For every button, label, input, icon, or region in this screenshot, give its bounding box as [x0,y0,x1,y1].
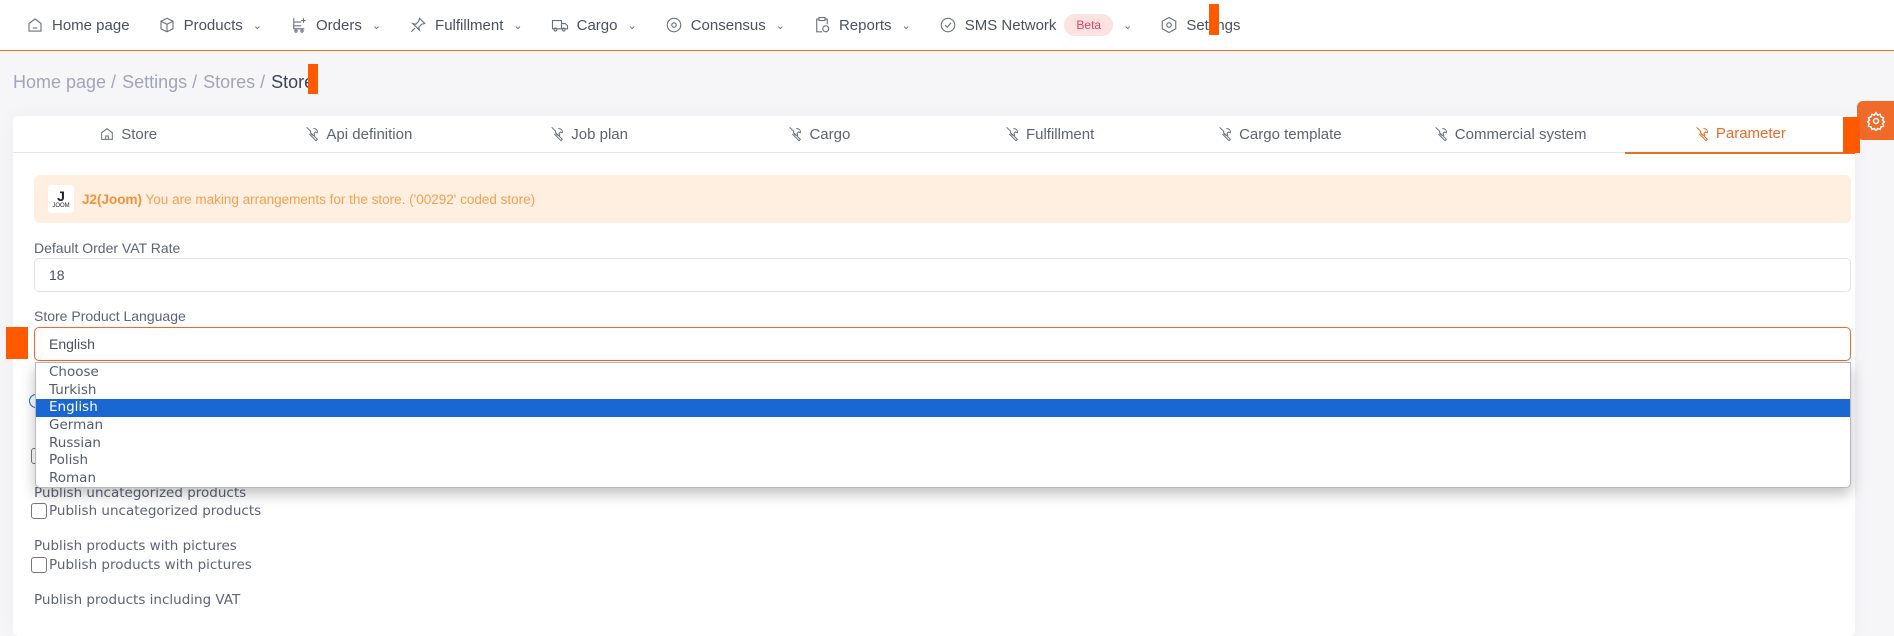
tab-store[interactable]: Store [13,116,243,152]
uncategorized-checkbox-row[interactable]: Publish uncategorized products [31,503,261,519]
alert-text: J2(Joom) You are making arrangements for… [82,192,535,207]
box-icon [160,17,174,33]
option-polish[interactable]: Polish [36,452,1850,470]
breadcrumb-stores[interactable]: Stores / [203,72,265,93]
tab-cargo[interactable]: Cargo [704,116,934,152]
option-turkish[interactable]: Turkish [36,382,1850,400]
chevron-down-icon: ⌄ [775,19,785,32]
tab-label: Commercial system [1454,125,1587,143]
checkbox-label: Publish products with pictures [49,557,252,573]
chevron-down-icon: ⌄ [252,19,262,32]
nav-label: SMS Network [964,16,1057,34]
nav-fulfillment[interactable]: Fulfillment ⌄ [409,16,523,34]
tab-label: Cargo template [1239,125,1342,143]
top-navbar: Home page Products ⌄ Orders ⌄ Fulfillment ⌄… [0,0,1894,51]
wrench-icon [1696,126,1708,142]
nav-label: Home page [52,16,130,34]
option-english[interactable]: English [36,399,1850,418]
wrench-icon [1219,126,1232,142]
highlight-marker [308,64,318,94]
tab-label: Fulfillment [1025,125,1095,143]
beta-badge: Beta [1064,14,1114,36]
wrench-icon [789,126,802,142]
option-choose[interactable]: Choose [36,364,1850,382]
nav-label: Products [183,16,243,34]
settings-icon [1162,16,1177,34]
language-options-list: Choose Turkish English German Russian Po… [35,362,1851,488]
tab-cargo-template[interactable]: Cargo template [1164,116,1394,152]
breadcrumb-home[interactable]: Home page / [13,72,116,93]
nav-settings[interactable]: Settings [1160,16,1241,34]
tab-label: Cargo [809,125,851,143]
cart-icon [293,18,306,33]
chevron-down-icon: ⌄ [371,19,382,32]
joom-logo: J JOOM [48,185,74,213]
checkbox-label: Publish uncategorized products [49,503,262,519]
target-icon [666,17,682,33]
nav-label: Fulfillment [435,16,504,34]
nav-home[interactable]: Home page [26,16,130,34]
wrench-icon [551,126,564,142]
vat-publish-label: Publish products including VAT [34,592,241,608]
tab-api-definition[interactable]: Api definition [243,116,473,152]
pin-icon [410,17,426,33]
tab-label: Store [121,125,158,143]
store-info-alert: J JOOM J2(Joom) You are making arrangemen… [34,175,1851,223]
chevron-down-icon: ⌄ [901,19,911,32]
check-circle-icon [940,17,956,33]
wrench-icon [1006,126,1018,142]
chevron-down-icon: ⌄ [627,19,637,32]
option-german[interactable]: German [36,417,1850,435]
pictures-checkbox-row[interactable]: Publish products with pictures [31,557,252,573]
wrench-icon [1435,126,1447,142]
truck-icon [551,19,568,32]
tab-label: Api definition [326,125,413,143]
wrench-icon [306,126,319,142]
tab-job-plan[interactable]: Job plan [474,116,704,152]
language-label: Store Product Language [34,308,186,324]
home-icon [101,128,114,140]
gear-icon [1866,110,1885,131]
pictures-checkbox[interactable] [31,557,47,573]
tab-commercial-system[interactable]: Commercial system [1395,116,1625,152]
tab-label: Parameter [1715,125,1786,143]
alert-message: You are making arrangements for the stor… [145,191,536,207]
breadcrumb: Home page / Settings / Stores / Store [13,72,314,93]
tab-bar: Store Api definition Job plan Cargo Fulf… [13,116,1855,154]
breadcrumb-settings[interactable]: Settings / [122,72,197,93]
nav-reports[interactable]: Reports ⌄ [813,16,911,34]
option-roman[interactable]: Roman [36,470,1850,488]
tab-label: Job plan [571,125,628,143]
uncategorized-checkbox[interactable] [31,503,47,519]
nav-label: Consensus [690,16,766,34]
clipboard-icon [816,16,830,33]
nav-sms-network[interactable]: SMS Network Beta ⌄ [939,14,1133,36]
vat-rate-input[interactable]: 18 [34,258,1851,292]
nav-products[interactable]: Products ⌄ [158,16,262,34]
store-name: J2(Joom) [82,191,143,207]
home-icon [28,18,42,32]
language-select[interactable]: English [34,327,1851,361]
vat-rate-label: Default Order VAT Rate [34,240,181,256]
nav-orders[interactable]: Orders ⌄ [290,16,381,34]
nav-label: Orders [315,16,362,34]
store-settings-card: Store Api definition Job plan Cargo Fulf… [13,116,1855,636]
tab-fulfillment[interactable]: Fulfillment [934,116,1164,152]
nav-label: Reports [838,16,892,34]
nav-cargo[interactable]: Cargo ⌄ [551,16,637,34]
chevron-down-icon: ⌄ [1123,19,1133,32]
option-russian[interactable]: Russian [36,435,1850,453]
nav-consensus[interactable]: Consensus ⌄ [665,16,785,34]
tab-parameter[interactable]: Parameter [1624,116,1855,154]
pictures-label: Publish products with pictures [34,538,237,554]
highlight-marker [6,327,28,359]
highlight-marker [1209,4,1219,35]
settings-toggle-button[interactable] [1857,101,1894,140]
highlight-marker [1843,117,1860,153]
chevron-down-icon: ⌄ [513,19,523,32]
nav-label: Cargo [576,16,618,34]
